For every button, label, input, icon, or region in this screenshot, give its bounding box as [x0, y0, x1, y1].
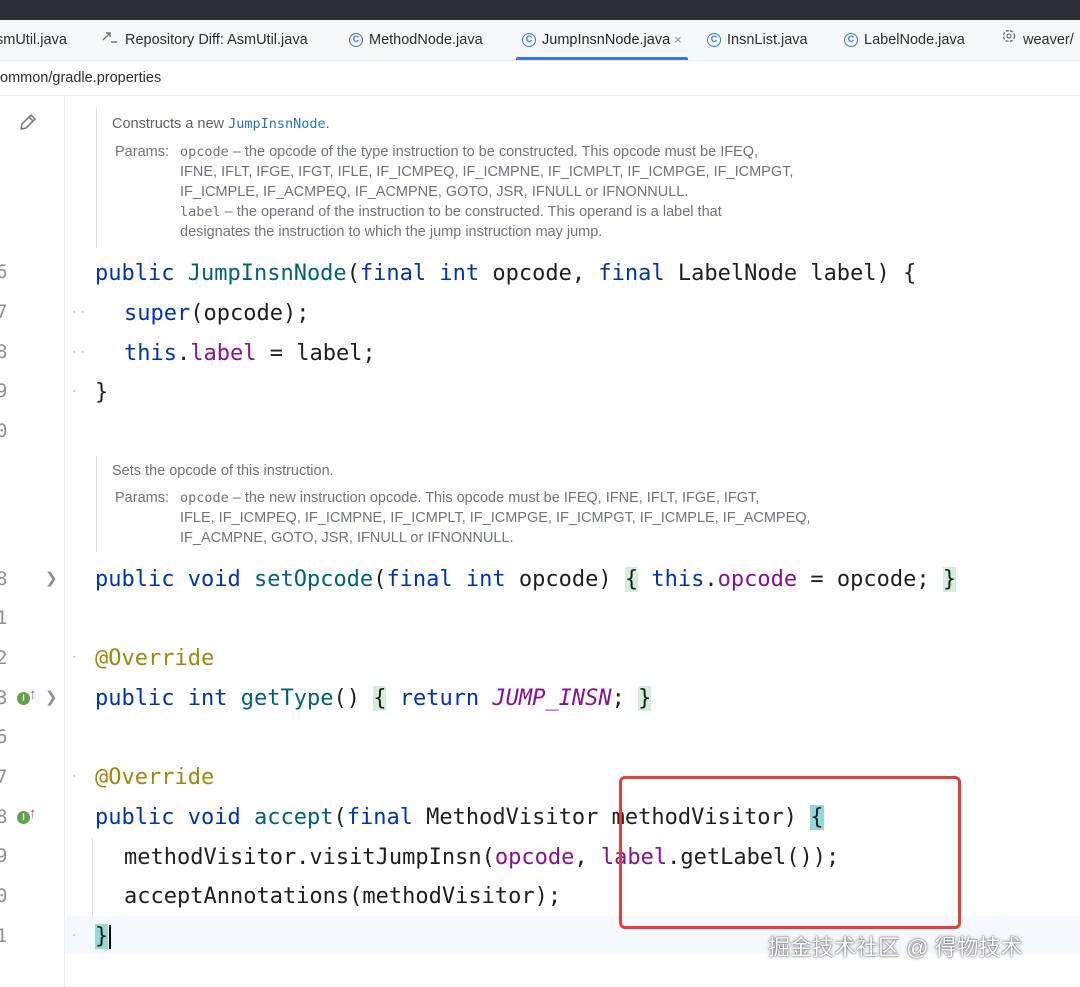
doc-summary: Constructs a new JumpInsnNode. — [112, 116, 330, 132]
fold-arrow-icon[interactable]: ❯ — [45, 569, 58, 587]
code-line-super[interactable]: super(opcode); — [124, 299, 309, 329]
tab-label: smUtil.java — [0, 32, 67, 48]
line-number: 6 — [0, 726, 8, 748]
tab-insnlist[interactable]: C InsnList.java — [707, 20, 808, 60]
fold-arrow-icon[interactable]: ❯ — [45, 688, 58, 706]
code-line-this-label[interactable]: this.label = label; — [124, 339, 376, 369]
watermark: 掘金技术社区 @ 得物技术 — [768, 935, 1023, 960]
diff-icon — [101, 20, 119, 60]
line-number: 1 — [0, 925, 8, 947]
tab-label: MethodNode.java — [369, 32, 483, 48]
pencil-icon[interactable] — [18, 112, 38, 137]
indent-guide — [92, 838, 93, 916]
line-number: 7 — [0, 301, 8, 323]
code-line-gettype[interactable]: public int getType() { return JUMP_INSN;… — [95, 684, 652, 714]
indent-dots: · — [70, 769, 79, 785]
code-line-final-brace[interactable]: } — [95, 922, 112, 952]
tab-weaver[interactable]: weaver/ — [1001, 20, 1074, 60]
line-number: 3 — [0, 687, 8, 709]
doc-summary: Sets the opcode of this instruction. — [112, 463, 334, 479]
override-arrow-icon[interactable]: ↑ — [29, 686, 37, 703]
params-label: Params: — [115, 144, 169, 160]
doc-link[interactable]: JumpInsnNode — [228, 116, 326, 132]
param-name: opcode — [180, 144, 229, 160]
window-title-bar — [0, 0, 1080, 20]
param-name: opcode — [180, 490, 229, 506]
indent-dots: · — [70, 650, 79, 666]
class-icon: C — [707, 33, 721, 48]
tab-jumpinsnnode[interactable]: C JumpInsnNode.java × — [516, 20, 688, 60]
indent-dots: ·· — [70, 345, 87, 361]
tab-methodnode[interactable]: C MethodNode.java — [349, 20, 483, 60]
close-icon[interactable]: × — [674, 32, 682, 47]
line-number: 0 — [0, 885, 8, 907]
class-icon: C — [844, 33, 858, 48]
code-line-override[interactable]: @Override — [95, 644, 214, 674]
line-number: 1 — [0, 607, 8, 629]
tab-label: Repository Diff: AsmUtil.java — [125, 32, 308, 48]
line-number: 0 — [0, 420, 8, 442]
params-label: Params: — [115, 490, 169, 506]
line-number: 9 — [0, 845, 8, 867]
tab-asmutil[interactable]: smUtil.java — [0, 20, 67, 60]
text-caret — [109, 925, 112, 949]
line-number: 9 — [0, 380, 8, 402]
tab-labelnode[interactable]: C LabelNode.java — [844, 20, 965, 60]
tab-label: LabelNode.java — [864, 32, 965, 48]
editor-tab-bar: smUtil.java Repository Diff: AsmUtil.jav… — [0, 20, 1080, 61]
tab-label: InsnList.java — [727, 32, 808, 48]
javadoc-setopcode: Sets the opcode of this instruction. Par… — [96, 456, 872, 552]
gear-icon — [1001, 20, 1017, 60]
code-line-setopcode[interactable]: public void setOpcode(final int opcode) … — [95, 565, 957, 595]
class-icon: C — [522, 33, 536, 48]
override-arrow-icon[interactable]: ↑ — [29, 805, 37, 822]
indent-dots: · — [70, 928, 79, 944]
tab-repository-diff[interactable]: Repository Diff: AsmUtil.java — [101, 20, 308, 60]
code-line-close-brace[interactable]: } — [95, 378, 108, 408]
indent-dots: · — [70, 384, 79, 400]
line-number: 8 — [0, 568, 8, 590]
param-name: label — [180, 204, 221, 220]
highlight-box — [619, 776, 961, 929]
javadoc-constructor: Constructs a new JumpInsnNode. Params: o… — [96, 108, 872, 248]
breadcrumb[interactable]: ommon/gradle.properties — [0, 61, 1080, 96]
indent-dots: ·· — [70, 305, 87, 321]
code-line-constructor[interactable]: public JumpInsnNode(final int opcode, fi… — [95, 259, 916, 289]
code-line-acceptannotations[interactable]: acceptAnnotations(methodVisitor); — [124, 882, 561, 912]
line-number: 8 — [0, 806, 8, 828]
tab-label: weaver/ — [1023, 32, 1074, 48]
line-number: 6 — [0, 261, 8, 283]
line-number: 2 — [0, 647, 8, 669]
editor-gutter — [0, 96, 65, 987]
class-icon: C — [349, 33, 363, 48]
line-number: 8 — [0, 341, 8, 363]
code-line-override[interactable]: @Override — [95, 763, 214, 793]
line-number: 7 — [0, 766, 8, 788]
tab-label: JumpInsnNode.java — [542, 32, 671, 48]
